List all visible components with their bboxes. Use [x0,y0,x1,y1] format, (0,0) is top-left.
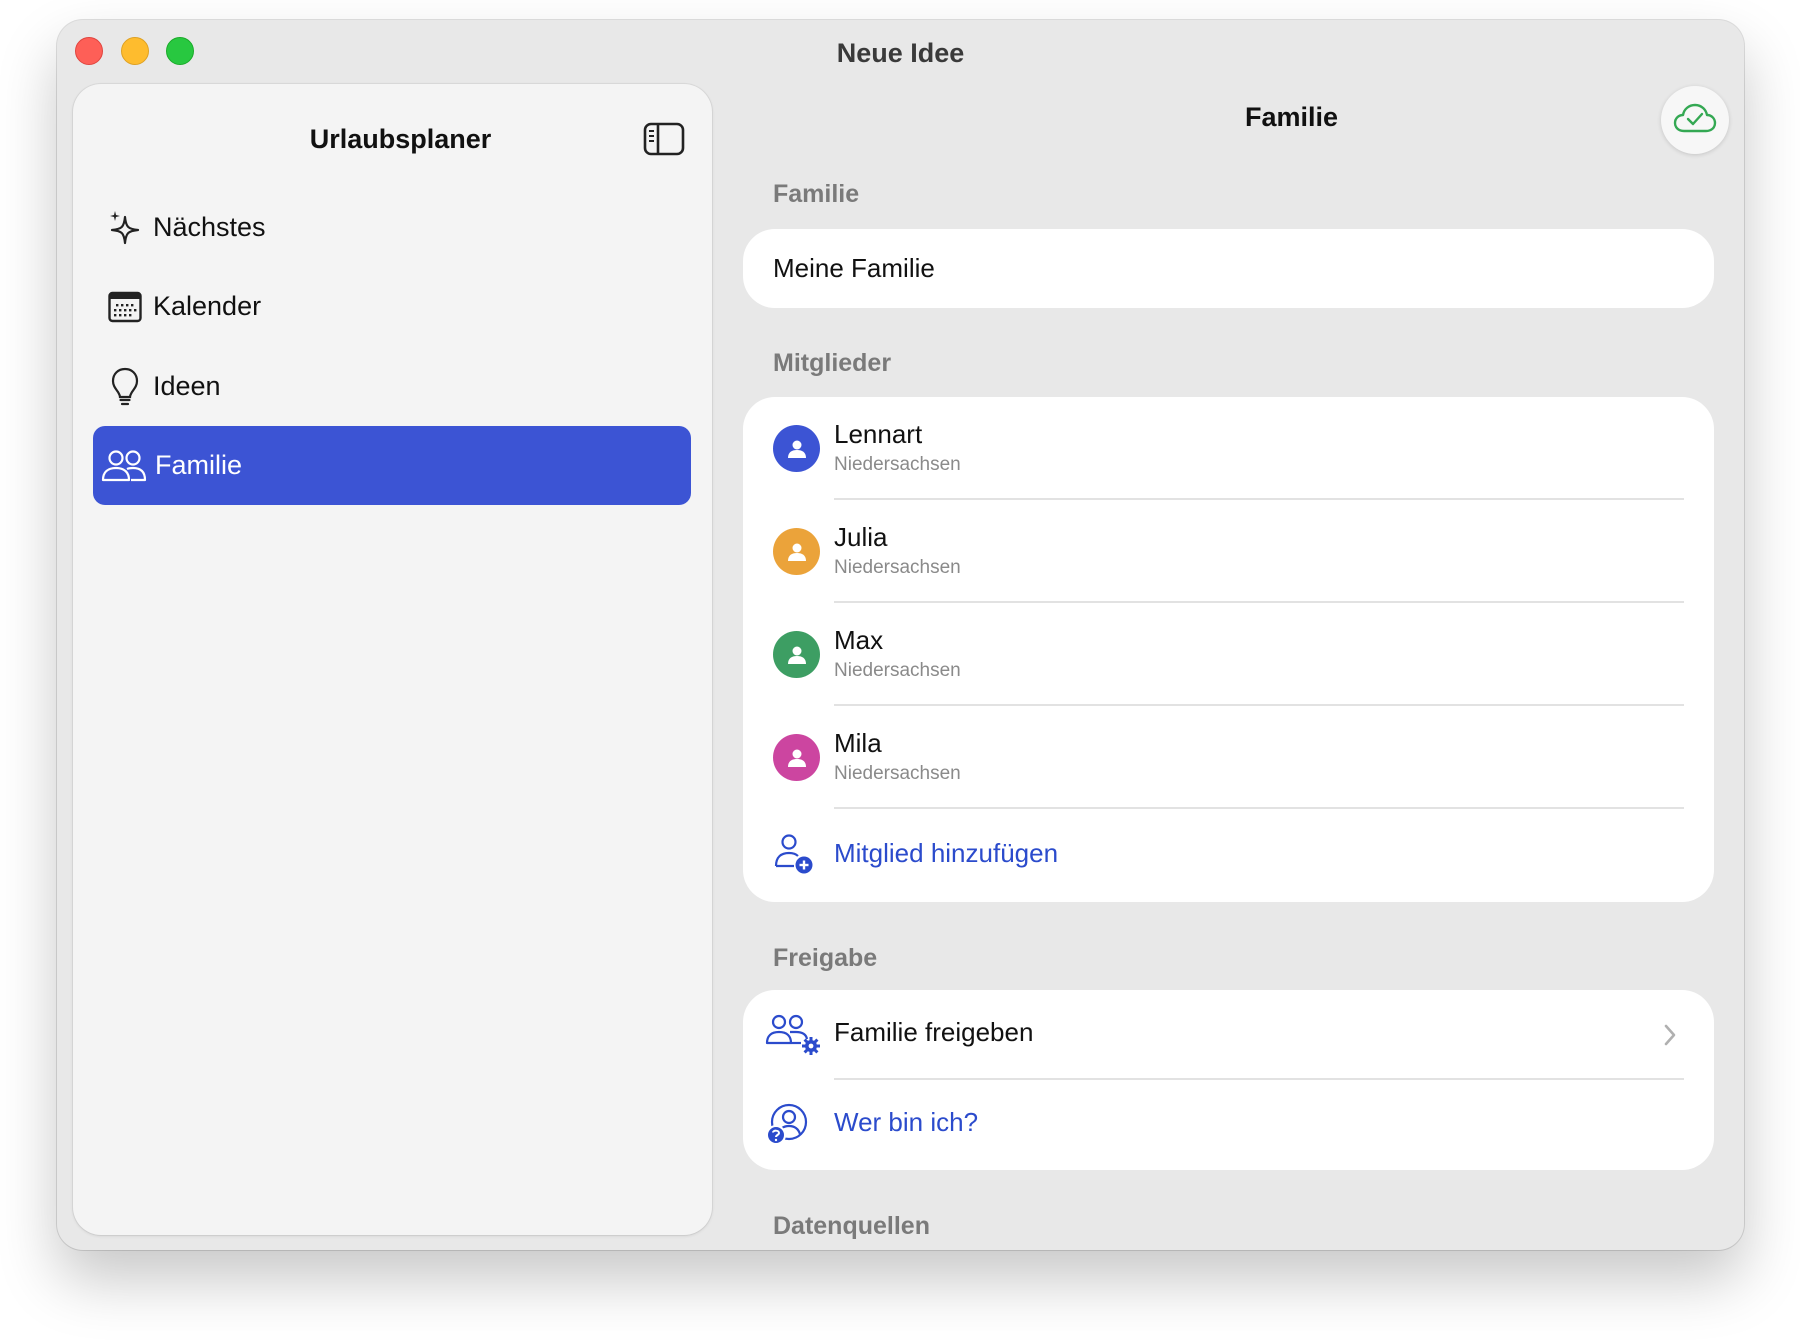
member-region: Niedersachsen [834,454,961,475]
family-name-field[interactable]: Meine Familie [743,229,1714,308]
member-row-julia[interactable]: Julia Niedersachsen [743,500,1714,603]
share-family-label: Familie freigeben [834,1017,1034,1047]
share-family-row[interactable]: Familie freigeben [743,990,1714,1080]
avatar [773,528,820,575]
add-member-button[interactable]: Mitglied hinzufügen [743,809,1714,899]
who-am-i-button[interactable]: Wer bin ich? [743,1080,1714,1170]
sidebar-item-naechstes[interactable]: Nächstes [93,188,691,267]
member-region: Niedersachsen [834,557,961,578]
sidebar-item-label: Familie [155,450,243,480]
add-member-label: Mitglied hinzufügen [834,838,1059,868]
calendar-icon [105,287,145,327]
member-region: Niedersachsen [834,763,961,784]
person-question-icon [765,1102,823,1146]
member-row-lennart[interactable]: Lennart Niedersachsen [743,397,1714,500]
avatar [773,631,820,678]
avatar [773,425,820,472]
page-title: Familie [1244,102,1339,132]
section-header-mitglieder: Mitglieder [773,349,892,377]
section-header-familie: Familie [773,180,860,208]
member-row-max[interactable]: Max Niedersachsen [743,603,1714,706]
people-settings-icon [765,1012,823,1056]
member-name: Julia [834,522,888,552]
sidebar-item-label: Kalender [153,291,262,321]
members-list: Lennart Niedersachsen Julia Niedersachse… [743,397,1714,902]
family-name-value: Meine Familie [773,253,935,283]
member-name: Mila [834,728,882,758]
sidebar-item-label: Nächstes [153,212,266,242]
cloud-sync-button[interactable] [1661,86,1729,154]
member-name: Max [834,625,884,655]
sparkles-icon [105,208,145,248]
sidebar: Urlaubsplaner Nächstes Kalender Ideen Fa… [73,84,712,1235]
window-title: Neue Idee [836,38,965,68]
person-add-icon [773,833,815,875]
app-window: Neue Idee Urlaubsplaner Nächstes Kalende… [57,20,1744,1250]
sidebar-item-kalender[interactable]: Kalender [93,267,691,346]
sidebar-item-ideen[interactable]: Ideen [93,347,691,426]
lightbulb-icon [105,367,145,407]
member-name: Lennart [834,419,923,449]
member-region: Niedersachsen [834,660,961,681]
sidebar-title: Urlaubsplaner [309,124,492,154]
sidebar-toggle-icon[interactable] [643,122,685,156]
cloud-check-icon [1673,102,1717,139]
sidebar-item-familie[interactable]: Familie [93,426,691,505]
section-header-freigabe: Freigabe [773,944,878,972]
member-row-mila[interactable]: Mila Niedersachsen [743,706,1714,809]
section-header-datenquellen: Datenquellen [773,1212,930,1240]
sharing-list: Familie freigeben Wer bin ich? [743,990,1714,1170]
chevron-right-icon [1662,1022,1678,1048]
avatar [773,734,820,781]
sidebar-item-label: Ideen [153,371,221,401]
people-icon [101,446,147,486]
who-am-i-label: Wer bin ich? [834,1107,979,1137]
